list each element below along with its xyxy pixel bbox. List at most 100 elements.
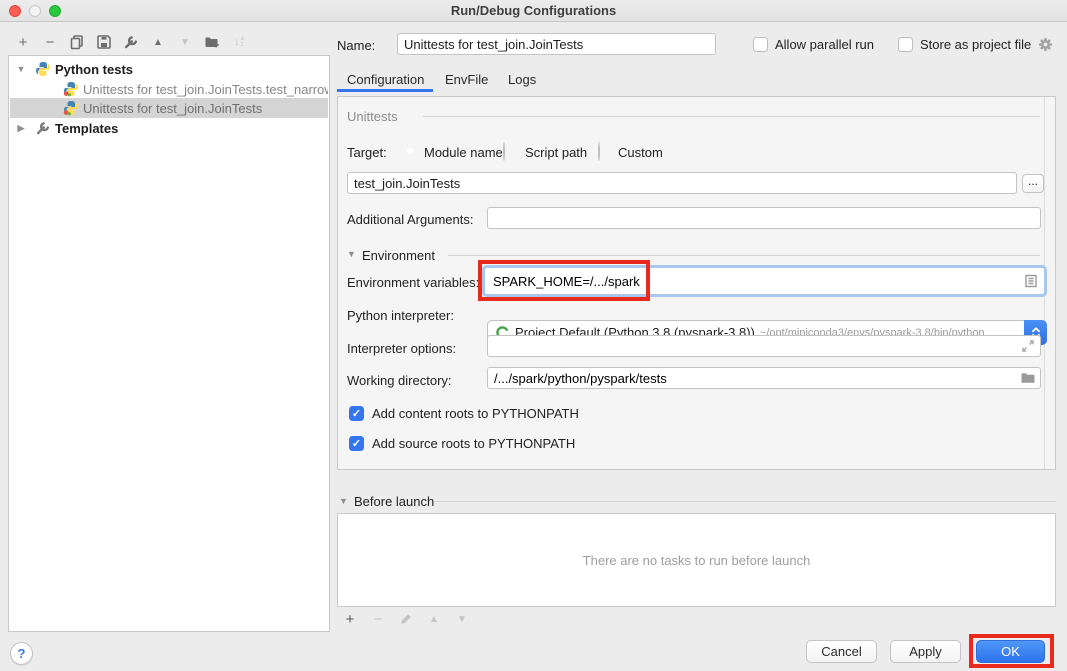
run-config-tree: ▼ Python tests Unittests for test_join.J… (8, 55, 330, 632)
python-interpreter-label: Python interpreter: (347, 308, 454, 323)
working-directory-label: Working directory: (347, 373, 452, 388)
add-source-roots-label: Add source roots to PYTHONPATH (372, 436, 575, 451)
active-tab-indicator (337, 89, 433, 92)
python-icon (35, 61, 51, 77)
tree-item-unittest-jointests[interactable]: Unittests for test_join.JoinTests (10, 98, 328, 118)
check-icon: ✓ (352, 407, 361, 420)
new-folder-icon (204, 34, 220, 50)
before-launch-title: Before launch (354, 494, 434, 509)
check-icon: ✓ (352, 437, 361, 450)
radio-script-path[interactable] (503, 142, 505, 161)
environment-section-title: Environment (362, 248, 435, 263)
edit-task-button[interactable] (397, 610, 415, 628)
unittests-section-title: Unittests (347, 109, 398, 124)
tree-item-label: Unittests for test_join.JoinTests.test_n… (83, 82, 328, 97)
remove-task-button[interactable]: − (369, 610, 387, 628)
save-configuration-button[interactable] (95, 33, 113, 51)
chevron-right-icon[interactable]: ▶ (15, 123, 27, 134)
before-launch-empty-text: There are no tasks to run before launch (583, 553, 811, 568)
environment-variables-input[interactable] (485, 268, 1023, 294)
target-input[interactable] (347, 172, 1017, 194)
move-down-button[interactable]: ▼ (176, 33, 194, 51)
sort-icon: ↓ (234, 36, 240, 48)
add-configuration-button[interactable]: + (14, 33, 32, 51)
expand-icon[interactable] (1019, 338, 1037, 354)
radio-custom-label: Custom (618, 145, 663, 160)
interpreter-options-label: Interpreter options: (347, 341, 456, 356)
gear-icon[interactable] (1038, 37, 1053, 52)
store-as-project-file-option: Store as project file (898, 37, 1053, 52)
before-launch-toolbar: + − ▲ ▼ (341, 610, 471, 628)
working-directory-input[interactable] (488, 368, 1019, 388)
minimize-button (29, 5, 41, 17)
cancel-button[interactable]: Cancel (806, 640, 877, 663)
target-label: Target: (347, 145, 387, 160)
tree-item-label: Templates (55, 121, 118, 136)
section-divider (423, 116, 1040, 117)
python-test-icon (63, 81, 79, 97)
chevron-down-icon[interactable]: ▼ (15, 64, 27, 74)
radio-module-name-label: Module name (424, 145, 503, 160)
sort-configurations-button[interactable]: ↓ a z (230, 33, 248, 51)
wrench-icon (35, 120, 51, 136)
minus-icon: − (46, 34, 55, 51)
section-divider (448, 255, 1040, 256)
before-launch-task-list: There are no tasks to run before launch (337, 513, 1056, 607)
plus-icon: + (346, 611, 355, 628)
variables-list-icon[interactable] (1023, 273, 1039, 289)
wrench-icon (123, 34, 139, 50)
sort-z-glyph: z (241, 42, 244, 48)
apply-button[interactable]: Apply (890, 640, 961, 663)
move-up-button[interactable]: ▲ (149, 33, 167, 51)
store-as-project-file-checkbox[interactable] (898, 37, 913, 52)
close-button[interactable] (9, 5, 21, 17)
tree-item-python-tests[interactable]: ▼ Python tests (10, 59, 328, 79)
move-task-down-button[interactable]: ▼ (453, 610, 471, 628)
arrow-down-icon: ▼ (180, 37, 190, 48)
interpreter-options-field (487, 335, 1041, 357)
remove-configuration-button[interactable]: − (41, 33, 59, 51)
pencil-icon (399, 612, 413, 626)
before-launch-collapse-icon[interactable]: ▼ (339, 496, 348, 506)
store-as-project-file-label: Store as project file (920, 37, 1031, 52)
allow-parallel-run-checkbox[interactable] (753, 37, 768, 52)
working-directory-field (487, 367, 1041, 389)
folder-icon[interactable] (1019, 370, 1037, 386)
radio-custom[interactable] (598, 142, 600, 161)
radio-script-path-label: Script path (525, 145, 587, 160)
name-label: Name: (337, 38, 375, 53)
add-content-roots-option: ✓ Add content roots to PYTHONPATH (349, 406, 579, 421)
tab-configuration[interactable]: Configuration (347, 72, 424, 87)
edit-templates-button[interactable] (122, 33, 140, 51)
plus-icon: + (19, 34, 28, 51)
interpreter-options-input[interactable] (488, 336, 1019, 356)
add-content-roots-checkbox[interactable]: ✓ (349, 406, 364, 421)
maximize-button[interactable] (49, 5, 61, 17)
name-input[interactable] (397, 33, 716, 55)
add-source-roots-option: ✓ Add source roots to PYTHONPATH (349, 436, 575, 451)
copy-configuration-button[interactable] (68, 33, 86, 51)
add-task-button[interactable]: + (341, 610, 359, 628)
environment-collapse-icon[interactable]: ▼ (347, 249, 356, 259)
ok-button[interactable]: OK (976, 640, 1045, 663)
window-title: Run/Debug Configurations (0, 0, 1067, 21)
create-folder-button[interactable] (203, 33, 221, 51)
tree-item-label: Python tests (55, 62, 133, 77)
arrow-up-icon: ▲ (153, 37, 163, 48)
additional-arguments-input[interactable] (487, 207, 1041, 229)
browse-button[interactable]: ... (1022, 174, 1044, 193)
move-task-up-button[interactable]: ▲ (425, 610, 443, 628)
tab-logs[interactable]: Logs (508, 72, 536, 87)
titlebar: Run/Debug Configurations (0, 0, 1067, 22)
section-divider (434, 501, 1056, 502)
tree-item-unittest-narrow[interactable]: Unittests for test_join.JoinTests.test_n… (10, 79, 328, 99)
save-icon (96, 34, 112, 50)
help-button[interactable]: ? (10, 642, 33, 665)
tab-envfile[interactable]: EnvFile (445, 72, 488, 87)
add-source-roots-checkbox[interactable]: ✓ (349, 436, 364, 451)
environment-variables-field (482, 265, 1047, 297)
tree-item-label: Unittests for test_join.JoinTests (83, 101, 262, 116)
additional-arguments-label: Additional Arguments: (347, 212, 473, 227)
tree-item-templates[interactable]: ▶ Templates (10, 118, 328, 138)
add-content-roots-label: Add content roots to PYTHONPATH (372, 406, 579, 421)
